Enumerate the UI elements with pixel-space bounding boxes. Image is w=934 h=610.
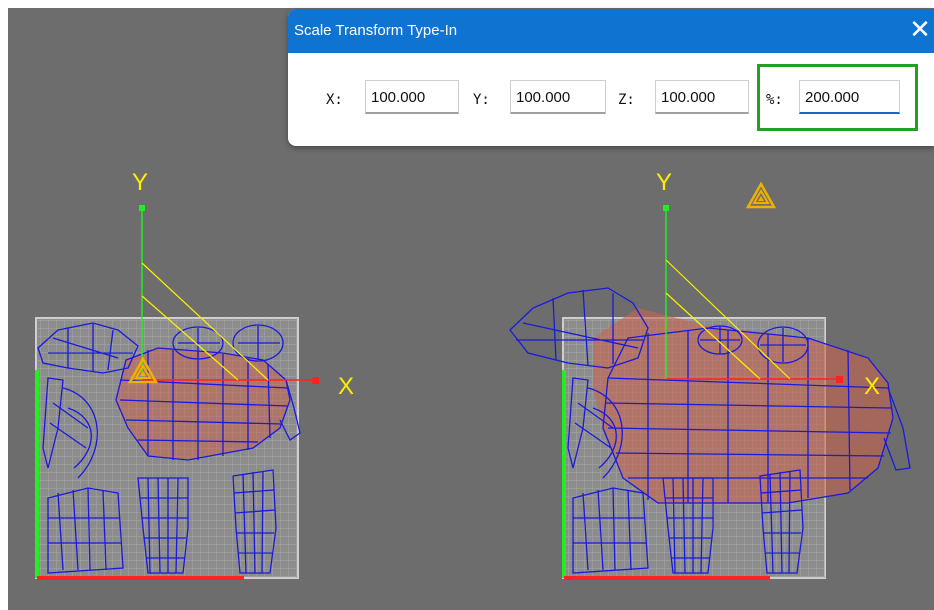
x-scale-input[interactable]: 100.000 [365,80,459,114]
left-y-axis-label: Y [132,169,148,196]
dialog-title: Scale Transform Type-In [294,22,458,39]
percent-field-label: %: [766,92,783,108]
right-uv-group: Y X [509,169,911,580]
left-x-axis-label: X [338,373,354,400]
y-field-label: Y: [473,92,490,108]
left-uv-group: Y X [35,169,354,580]
percent-scale-input[interactable]: 200.000 [799,80,900,114]
close-icon[interactable]: ✕ [904,14,934,46]
dialog-titlebar[interactable]: Scale Transform Type-In ✕ [288,9,934,53]
right-y-axis-label: Y [656,169,672,196]
y-scale-input[interactable]: 100.000 [510,80,606,114]
dialog-body: X: 100.000 Y: 100.000 Z: 100.000 %: 200.… [288,53,934,146]
z-field-label: Z: [618,92,635,108]
right-x-axis-label: X [864,373,880,400]
scale-transform-dialog: Scale Transform Type-In ✕ X: 100.000 Y: … [288,9,934,146]
z-scale-input[interactable]: 100.000 [655,80,749,114]
pivot-warning-icon[interactable] [745,181,777,209]
x-field-label: X: [326,92,343,108]
